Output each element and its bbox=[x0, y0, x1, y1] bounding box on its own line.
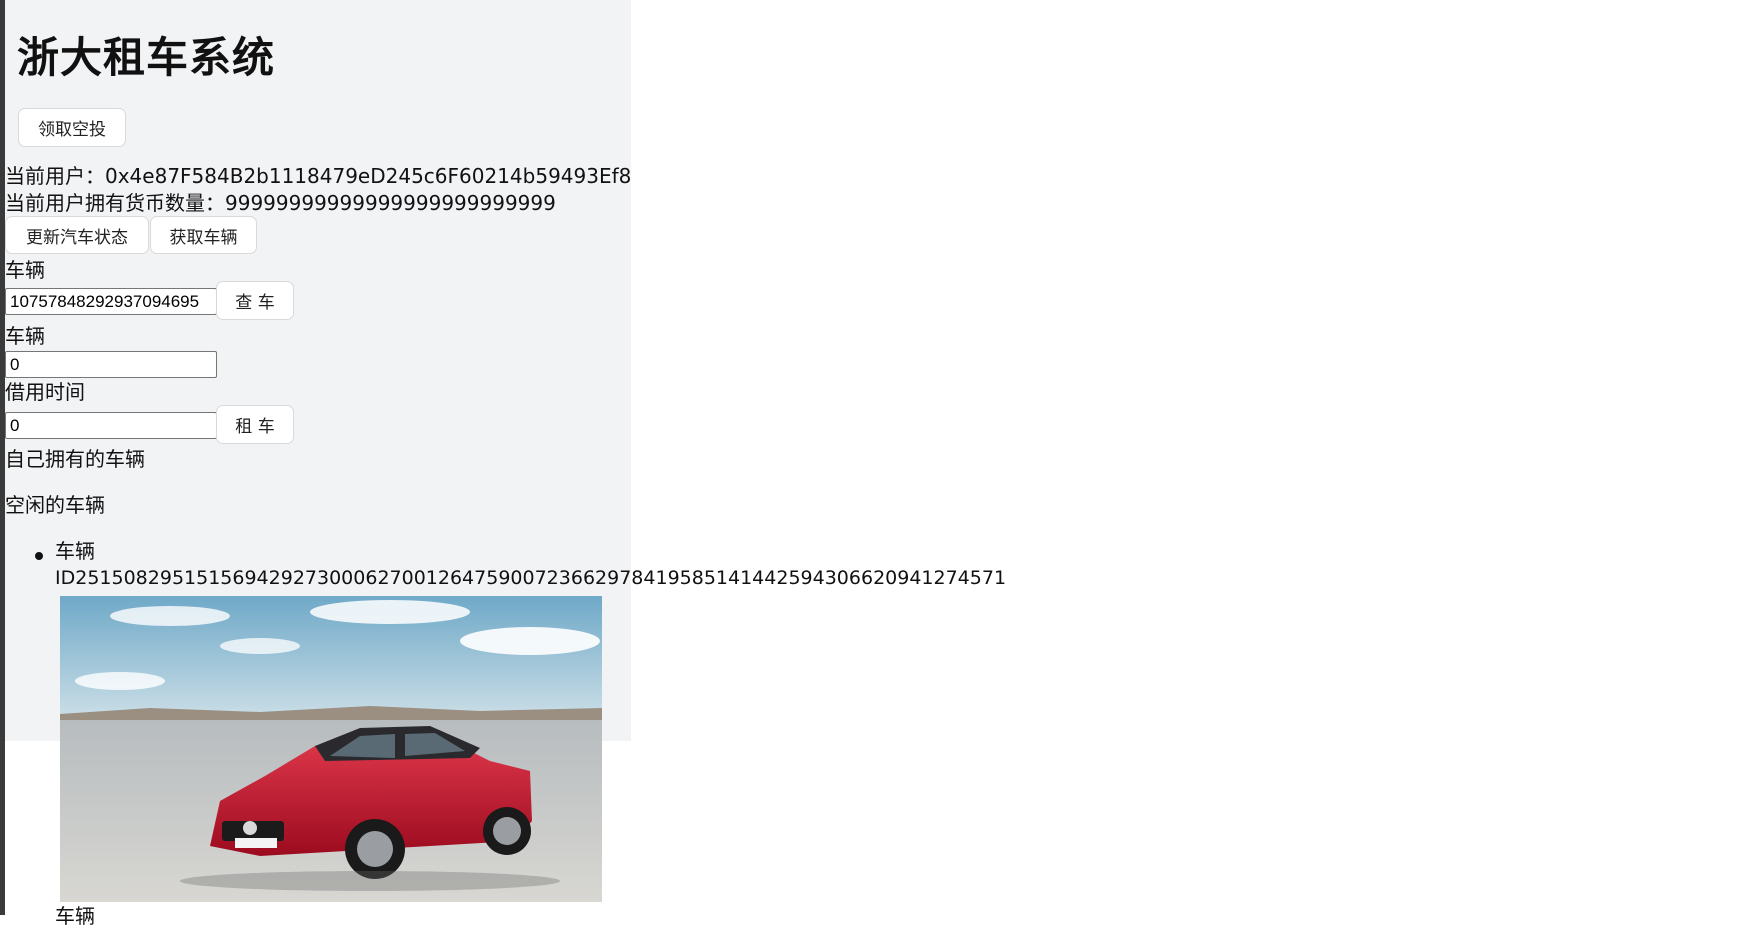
list-bullet bbox=[35, 552, 43, 560]
query-car-input[interactable] bbox=[5, 288, 217, 315]
current-user-label: 当前用户： bbox=[5, 164, 105, 188]
rent-car-button[interactable]: 租 车 bbox=[216, 405, 294, 444]
owned-cars-heading: 自己拥有的车辆 bbox=[5, 447, 145, 471]
query-car-button[interactable]: 查 车 bbox=[216, 281, 294, 320]
get-cars-button[interactable]: 获取车辆 bbox=[150, 216, 257, 254]
car-photo bbox=[60, 596, 602, 902]
idle-car-label: 车辆 bbox=[55, 539, 95, 563]
balance-label: 当前用户拥有货币数量： bbox=[5, 191, 225, 215]
airdrop-button[interactable]: 领取空投 bbox=[18, 108, 126, 147]
rent-time-input[interactable] bbox=[5, 412, 217, 439]
idle-car-id: ID25150829515156942927300062700126475900… bbox=[55, 567, 1007, 589]
rent-time-label: 借用时间 bbox=[5, 380, 85, 404]
balance-row: 当前用户拥有货币数量：99999999999999999999999999 bbox=[5, 190, 556, 217]
idle-car-label-2: 车辆 bbox=[55, 904, 95, 928]
query-car-label: 车辆 bbox=[5, 258, 45, 282]
update-car-status-button[interactable]: 更新汽车状态 bbox=[5, 216, 149, 254]
balance-value: 99999999999999999999999999 bbox=[225, 191, 556, 215]
rent-car-input[interactable] bbox=[5, 351, 217, 378]
rent-car-label: 车辆 bbox=[5, 324, 45, 348]
current-user-address[interactable]: 0x4e87F584B2b1118479eD245c6F60214b59493E… bbox=[105, 164, 631, 188]
page-title: 浙大租车系统 bbox=[17, 33, 276, 82]
current-user-row: 当前用户：0x4e87F584B2b1118479eD245c6F60214b5… bbox=[5, 163, 631, 190]
idle-cars-heading: 空闲的车辆 bbox=[5, 493, 105, 517]
